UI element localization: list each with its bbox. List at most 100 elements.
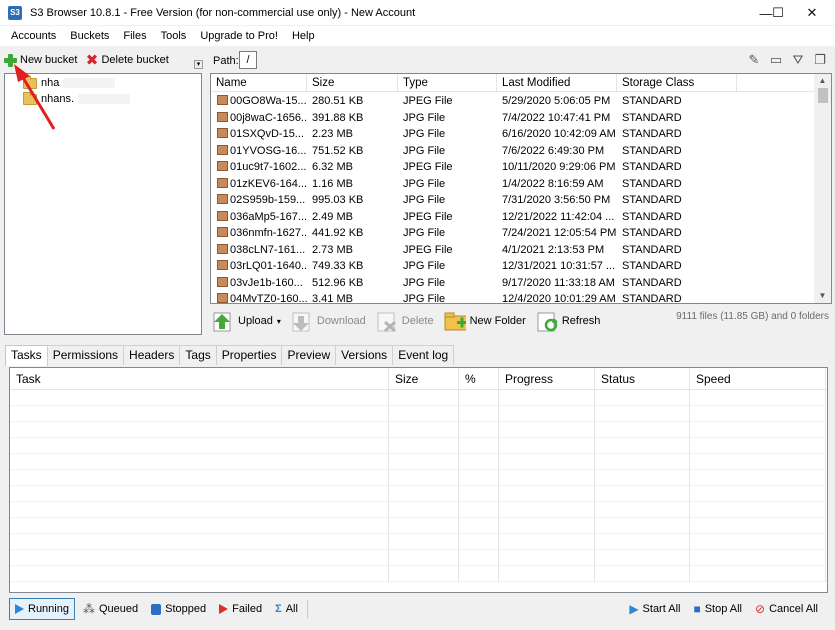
all-filter-button[interactable]: Σ All [270, 598, 303, 620]
toolbar-overflow-button[interactable]: ▾ [194, 60, 203, 69]
task-cell [389, 550, 459, 566]
task-table[interactable]: Task Size % Progress Status Speed [9, 367, 828, 593]
delete-bucket-button[interactable]: ✖ Delete bucket [81, 53, 172, 68]
download-button[interactable]: Download [291, 310, 366, 332]
bucket-tree[interactable]: nha nhans. [4, 73, 202, 335]
delete-button[interactable]: Delete [376, 310, 434, 332]
cell-text: 5/29/2020 5:06:05 PM [502, 95, 611, 107]
tab-headers[interactable]: Headers [123, 345, 181, 365]
task-cell [389, 470, 459, 486]
task-row [10, 518, 827, 534]
queued-filter-button[interactable]: ⁂ Queued [78, 598, 143, 620]
file-size: 512.96 KB [307, 275, 398, 292]
file-storage-class: STANDARD [617, 225, 737, 242]
tab-preview[interactable]: Preview [281, 345, 337, 365]
filter-icon[interactable]: ⛛ [790, 52, 806, 68]
tab-permissions[interactable]: Permissions [46, 345, 125, 365]
cancel-all-button[interactable]: ⊘ Cancel All [750, 598, 823, 620]
tab-versions[interactable]: Versions [335, 345, 394, 365]
upload-dropdown-icon[interactable]: ▾ [277, 317, 281, 326]
column-storage-class[interactable]: Storage Class [617, 74, 737, 92]
task-cell [499, 502, 595, 518]
task-cell [10, 454, 389, 470]
failed-filter-button[interactable]: Failed [214, 598, 267, 620]
copy-icon[interactable]: ❐ [812, 52, 828, 68]
menu-upgrade[interactable]: Upgrade to Pro! [193, 26, 285, 46]
vertical-scrollbar[interactable]: ▲ ▼ [814, 74, 831, 303]
tab-event-log[interactable]: Event log [392, 345, 455, 365]
menu-files[interactable]: Files [116, 26, 153, 46]
file-row[interactable]: 01zKEV6-164... 1.16 MB JPG File 1/4/2022 8:… [211, 176, 816, 193]
cell-text: STANDARD [622, 293, 682, 304]
bucket-item[interactable]: nhans. [23, 91, 131, 107]
task-cell [389, 422, 459, 438]
column-status[interactable]: Status [595, 368, 690, 390]
refresh-button[interactable]: Refresh [536, 310, 600, 332]
tab-properties[interactable]: Properties [215, 345, 283, 365]
new-folder-button[interactable]: New Folder [444, 310, 526, 332]
stop-all-label: Stop All [704, 603, 743, 615]
tab-tags[interactable]: Tags [179, 345, 217, 365]
task-cell [595, 422, 690, 438]
file-row[interactable]: 036aMp5-167... 2.49 MB JPEG File 12/21/2022… [211, 209, 816, 226]
file-row[interactable]: 01YVOSG-16... 751.52 KB JPG File 7/6/2022 6… [211, 143, 816, 160]
column-name[interactable]: Name [211, 74, 307, 92]
tab-tasks[interactable]: Tasks [5, 345, 48, 366]
scroll-up-icon[interactable]: ▲ [814, 74, 831, 88]
running-filter-button[interactable]: Running [9, 598, 75, 620]
cell-text: 036nmfn-1627... [230, 227, 307, 239]
task-cell [10, 534, 389, 550]
column-type[interactable]: Type [398, 74, 497, 92]
scroll-thumb[interactable] [818, 88, 828, 103]
cell-text: STANDARD [622, 276, 682, 289]
file-row[interactable]: 01SXQvD-15... 2.23 MB JPG File 6/16/2020 10… [211, 126, 816, 143]
file-row[interactable]: 00GO8Wa-15... 280.51 KB JPEG File 5/29/2020… [211, 93, 816, 110]
column-size[interactable]: Size [307, 74, 398, 92]
file-row[interactable]: 02S959b-159... 995.03 KB JPG File 7/31/2020… [211, 192, 816, 209]
stop-all-button[interactable]: ■ Stop All [688, 598, 747, 620]
column-speed[interactable]: Speed [690, 368, 826, 390]
menu-buckets[interactable]: Buckets [63, 26, 116, 46]
redacted-text [78, 94, 131, 104]
file-row[interactable]: 00j8waC-1656... 391.88 KB JPG File 7/4/2022… [211, 110, 816, 127]
new-bucket-button[interactable]: New bucket [0, 53, 81, 67]
file-row[interactable]: 03rLQ01-1640... 749.33 KB JPG File 12/31/20… [211, 258, 816, 275]
file-size: 2.73 MB [307, 242, 398, 259]
cell-text: 7/31/2020 3:56:50 PM [502, 194, 611, 206]
menu-accounts[interactable]: Accounts [4, 26, 63, 46]
file-row[interactable]: 03vJe1b-160... 512.96 KB JPG File 9/17/2020… [211, 275, 816, 292]
column-task-size[interactable]: Size [389, 368, 459, 390]
view-icon[interactable]: ▭ [768, 52, 784, 68]
upload-button[interactable]: Upload ▾ [212, 310, 281, 332]
all-label: All [285, 603, 298, 615]
stopped-filter-button[interactable]: Stopped [146, 598, 211, 620]
menu-tools[interactable]: Tools [154, 26, 194, 46]
task-row [10, 534, 827, 550]
column-progress[interactable]: Progress [499, 368, 595, 390]
play-icon [15, 604, 24, 614]
file-row[interactable]: 01uc9t7-1602... 6.32 MB JPEG File 10/11/202… [211, 159, 816, 176]
file-row[interactable]: 04MvTZ0-160... 3.41 MB JPG File 12/4/2020 1… [211, 291, 816, 304]
column-percent[interactable]: % [459, 368, 499, 390]
start-all-icon: ▶ [629, 602, 639, 616]
cell-text: 512.96 KB [312, 276, 364, 289]
image-file-icon [217, 227, 228, 237]
bucket-item[interactable]: nha [23, 75, 116, 91]
menu-help[interactable]: Help [285, 26, 322, 46]
task-cell [499, 470, 595, 486]
path-input[interactable]: / [239, 51, 257, 69]
start-all-button[interactable]: ▶ Start All [624, 598, 685, 620]
task-cell [690, 406, 826, 422]
file-row[interactable]: 038cLN7-161... 2.73 MB JPEG File 4/1/2021 2… [211, 242, 816, 259]
cell-text: 7/6/2022 6:49:30 PM [502, 144, 605, 157]
cell-text: JPG File [403, 293, 446, 304]
column-last-modified[interactable]: Last Modified [497, 74, 617, 92]
cell-text: STANDARD [622, 260, 682, 272]
pencil-icon[interactable]: ✎ [746, 52, 762, 68]
file-row[interactable]: 036nmfn-1627... 441.92 KB JPG File 7/24/202… [211, 225, 816, 242]
close-button[interactable]: ✕ [789, 0, 835, 26]
file-list[interactable]: Name Size Type Last Modified Storage Cla… [210, 73, 832, 304]
cell-text: JPG File [403, 194, 446, 206]
column-task[interactable]: Task [10, 368, 389, 390]
scroll-down-icon[interactable]: ▼ [814, 289, 831, 303]
